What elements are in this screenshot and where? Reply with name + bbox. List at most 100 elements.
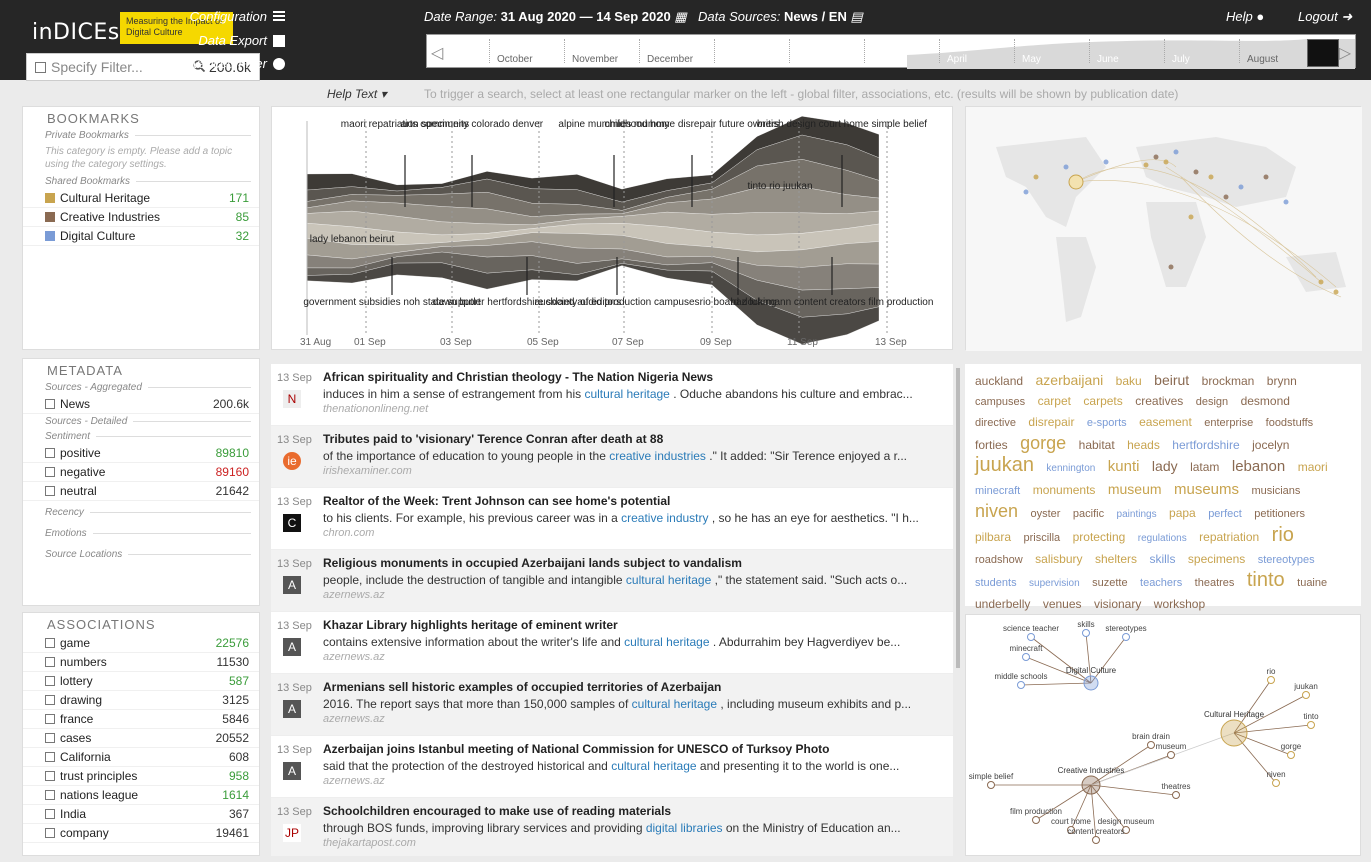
- cloud-word[interactable]: carpet: [1038, 394, 1071, 408]
- topic-label[interactable]: baz luhrmann content creators film produ…: [731, 297, 934, 308]
- snippet-keyword[interactable]: cultural heritage: [584, 387, 669, 401]
- network-node[interactable]: [987, 781, 995, 789]
- network-node[interactable]: [1082, 629, 1090, 637]
- topic-label[interactable]: childhood home disrepair future owners: [604, 119, 779, 130]
- timeline-left-arrow[interactable]: ◁: [431, 43, 443, 63]
- checkbox[interactable]: [45, 399, 55, 409]
- association-item[interactable]: company 19461: [23, 824, 259, 843]
- cloud-word[interactable]: heads: [1127, 438, 1160, 452]
- network-node[interactable]: [1017, 681, 1025, 689]
- help-link[interactable]: Help ●: [1226, 9, 1264, 24]
- snippet-keyword[interactable]: cultural heritage: [611, 759, 696, 773]
- cloud-word[interactable]: teachers: [1140, 577, 1182, 589]
- cloud-word[interactable]: skills: [1149, 552, 1175, 566]
- cloud-word[interactable]: workshop: [1154, 597, 1205, 611]
- article-title[interactable]: Armenians sell historic examples of occu…: [323, 680, 945, 694]
- cloud-word[interactable]: design: [1196, 396, 1228, 408]
- cloud-word[interactable]: enterprise: [1204, 417, 1253, 429]
- association-item[interactable]: game 22576: [23, 634, 259, 653]
- checkbox[interactable]: [45, 638, 55, 648]
- article-title[interactable]: Schoolchildren encouraged to make use of…: [323, 804, 945, 818]
- article-source[interactable]: azernews.az: [323, 713, 945, 725]
- map-marker[interactable]: [1063, 164, 1069, 170]
- network-node[interactable]: [1092, 836, 1100, 844]
- network-node[interactable]: [1302, 691, 1310, 699]
- cloud-word[interactable]: tinto: [1247, 569, 1285, 591]
- map-marker[interactable]: [1263, 174, 1269, 180]
- cloud-word[interactable]: desmond: [1241, 394, 1290, 408]
- map-marker[interactable]: [1283, 199, 1289, 205]
- article-title[interactable]: Azerbaijan joins Istanbul meeting of Nat…: [323, 742, 945, 756]
- bookmark-item[interactable]: Cultural Heritage 171: [23, 189, 259, 208]
- cloud-word[interactable]: carpets: [1083, 394, 1122, 408]
- map-marker[interactable]: [1333, 289, 1339, 295]
- cloud-word[interactable]: museums: [1174, 481, 1239, 498]
- article-source[interactable]: azernews.az: [323, 651, 945, 663]
- map-marker[interactable]: [1173, 149, 1179, 155]
- sentiment-label[interactable]: Sentiment: [23, 429, 259, 444]
- association-item[interactable]: france 5846: [23, 710, 259, 729]
- map-marker[interactable]: [1143, 162, 1149, 168]
- cloud-word[interactable]: venues: [1043, 597, 1082, 611]
- network-node[interactable]: [1147, 741, 1155, 749]
- association-item[interactable]: numbers 11530: [23, 653, 259, 672]
- configuration-menu[interactable]: Configuration: [190, 9, 285, 24]
- network-node[interactable]: [1167, 751, 1175, 759]
- cloud-word[interactable]: beirut: [1154, 372, 1189, 388]
- network-hub[interactable]: [1081, 775, 1101, 795]
- cloud-word[interactable]: kennington: [1046, 463, 1095, 474]
- cloud-word[interactable]: protecting: [1073, 530, 1126, 544]
- association-item[interactable]: India 367: [23, 805, 259, 824]
- map-marker[interactable]: [1238, 184, 1244, 190]
- checkbox[interactable]: [45, 809, 55, 819]
- article-source[interactable]: chron.com: [323, 527, 945, 539]
- network-node[interactable]: [1287, 751, 1295, 759]
- map-marker[interactable]: [1208, 174, 1214, 180]
- checkbox[interactable]: [45, 695, 55, 705]
- checkbox[interactable]: [45, 752, 55, 762]
- map-marker[interactable]: [1223, 194, 1229, 200]
- association-item[interactable]: trust principles 958: [23, 767, 259, 786]
- recency-label[interactable]: Recency: [23, 505, 259, 520]
- snippet-keyword[interactable]: cultural heritage: [632, 697, 717, 711]
- sources-detailed-label[interactable]: Sources - Detailed: [23, 414, 259, 429]
- cloud-word[interactable]: easement: [1139, 415, 1192, 429]
- cloud-word[interactable]: juukan: [975, 454, 1034, 476]
- article-title[interactable]: Religious monuments in occupied Azerbaij…: [323, 556, 945, 570]
- cloud-word[interactable]: brynn: [1267, 374, 1297, 388]
- checkbox[interactable]: [45, 676, 55, 686]
- cloud-word[interactable]: underbelly: [975, 597, 1030, 611]
- association-item[interactable]: cases 20552: [23, 729, 259, 748]
- network-hub[interactable]: [1083, 675, 1099, 691]
- cloud-word[interactable]: pacific: [1073, 508, 1104, 520]
- article-item[interactable]: 13 Sep JP Schoolchildren encouraged to mak…: [271, 798, 953, 856]
- sentiment-item[interactable]: negative 89160: [23, 463, 259, 482]
- article-title[interactable]: Tributes paid to 'visionary' Terence Con…: [323, 432, 945, 446]
- article-title[interactable]: Realtor of the Week: Trent Johnson can s…: [323, 494, 945, 508]
- checkbox[interactable]: [45, 657, 55, 667]
- cloud-word[interactable]: oyster: [1030, 508, 1060, 520]
- article-item[interactable]: 13 Sep A Azerbaijan joins Istanbul meeting…: [271, 736, 953, 798]
- map-marker[interactable]: [1103, 159, 1109, 165]
- cloud-word[interactable]: forties: [975, 438, 1008, 452]
- sentiment-item[interactable]: neutral 21642: [23, 482, 259, 501]
- snippet-keyword[interactable]: creative industries: [609, 449, 706, 463]
- app-logo[interactable]: inDICEs: [32, 20, 120, 45]
- cloud-word[interactable]: latam: [1190, 460, 1219, 474]
- map-marker[interactable]: [1153, 154, 1159, 160]
- article-item[interactable]: 13 Sep A Religious monuments in occupied A…: [271, 550, 953, 612]
- emotions-label[interactable]: Emotions: [23, 526, 259, 541]
- snippet-keyword[interactable]: cultural heritage: [624, 635, 709, 649]
- topic-label[interactable]: tinto rio juukan: [747, 181, 812, 192]
- article-title[interactable]: Khazar Library highlights heritage of em…: [323, 618, 945, 632]
- article-item[interactable]: 13 Sep A Khazar Library highlights heritag…: [271, 612, 953, 674]
- source-news[interactable]: News 200.6k: [23, 395, 259, 414]
- cloud-word[interactable]: theatres: [1195, 577, 1235, 589]
- sentiment-item[interactable]: positive 89810: [23, 444, 259, 463]
- checkbox[interactable]: [45, 790, 55, 800]
- map-marker[interactable]: [1163, 159, 1169, 165]
- cloud-word[interactable]: students: [975, 577, 1017, 589]
- article-item[interactable]: 13 Sep A Armenians sell historic examples …: [271, 674, 953, 736]
- map-marker[interactable]: [1188, 214, 1194, 220]
- association-network[interactable]: science teacher skills stereotypes minecraf…: [965, 614, 1361, 856]
